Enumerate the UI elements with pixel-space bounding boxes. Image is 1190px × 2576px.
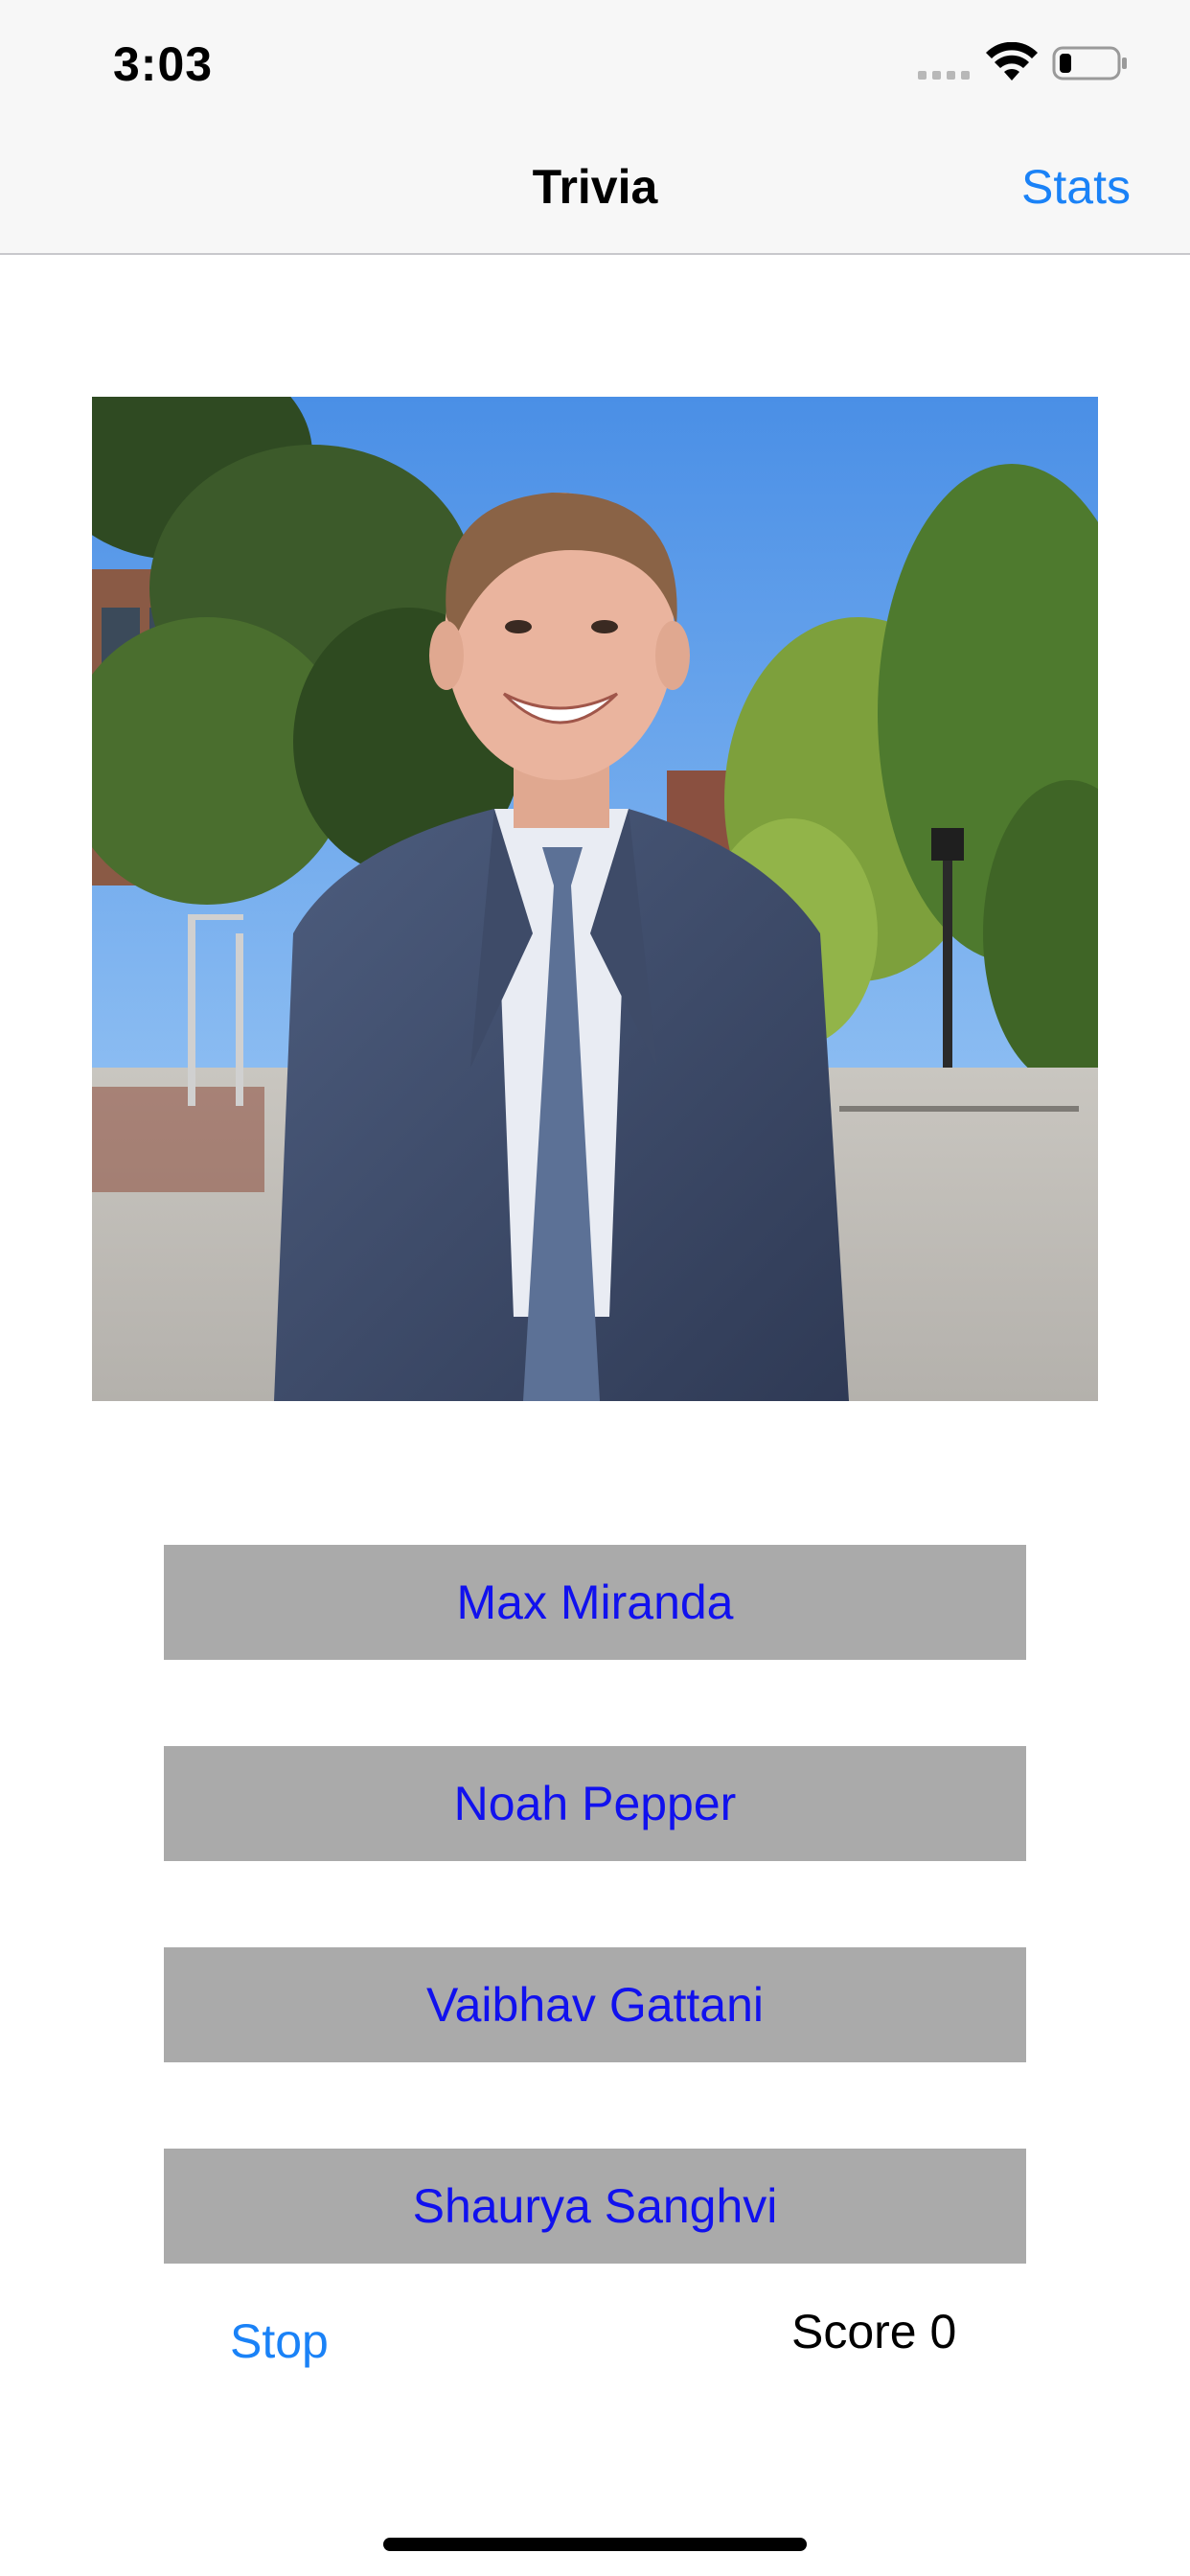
page-title: Trivia [532,160,658,214]
answer-button-3[interactable]: Vaibhav Gattani [164,1947,1026,2062]
home-indicator[interactable] [383,2538,807,2551]
signal-icon [918,71,970,80]
answer-button-4[interactable]: Shaurya Sanghvi [164,2149,1026,2264]
answer-button-1[interactable]: Max Miranda [164,1545,1026,1660]
status-bar: 3:03 [0,0,1190,115]
navigation-bar: Trivia Stats [0,115,1190,255]
wifi-icon [986,42,1038,80]
answer-button-2[interactable]: Noah Pepper [164,1746,1026,1861]
score-label: Score 0 [791,2305,957,2358]
stats-button[interactable]: Stats [1021,159,1131,215]
stop-button[interactable]: Stop [230,2313,329,2369]
battery-icon [1052,46,1127,80]
status-time: 3:03 [113,37,214,91]
person-photo [92,397,1098,1401]
